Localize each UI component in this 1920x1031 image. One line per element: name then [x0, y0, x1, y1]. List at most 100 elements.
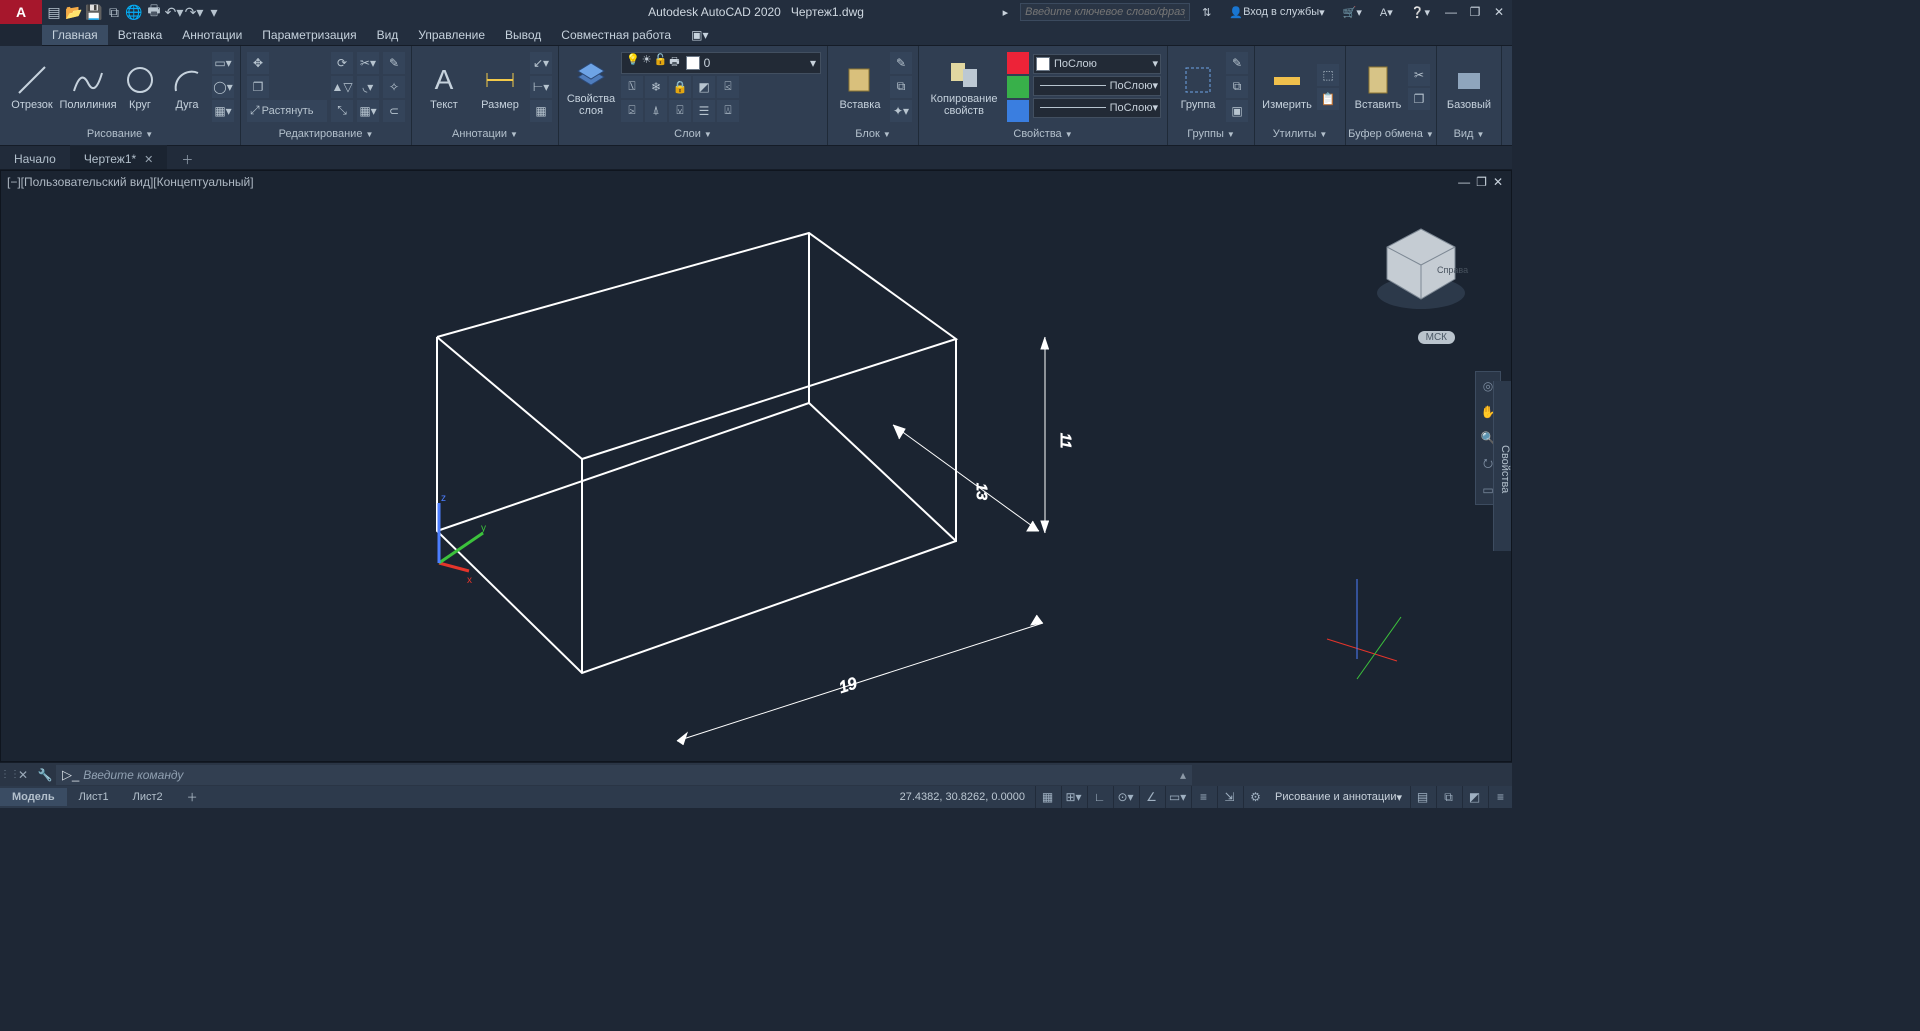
scale-icon[interactable]: ⤡	[331, 100, 353, 122]
move-icon[interactable]: ✥	[247, 52, 269, 74]
gear-icon[interactable]: ⚙	[1243, 786, 1267, 808]
trim-icon[interactable]: ✂▾	[357, 52, 379, 74]
polyline-button[interactable]: Полилиния	[62, 49, 114, 125]
util-select-icon[interactable]: ⬚	[1317, 64, 1339, 86]
layer-walk-icon[interactable]: ⍋	[645, 100, 667, 122]
measure-button[interactable]: Измерить	[1261, 49, 1313, 125]
circle-button[interactable]: Круг	[118, 49, 162, 125]
layer-off-icon[interactable]: ⍂	[621, 76, 643, 98]
isoplane-icon[interactable]: ∠	[1139, 786, 1163, 808]
isolate-icon[interactable]: ◩	[1462, 786, 1486, 808]
connect-icon[interactable]: ⇅	[1196, 0, 1217, 24]
close-button[interactable]: ✕	[1490, 0, 1508, 24]
snap-toggle-icon[interactable]: ⊞▾	[1061, 786, 1085, 808]
util-count-icon[interactable]: 📋	[1317, 88, 1339, 110]
base-view-button[interactable]: Базовый	[1443, 49, 1495, 125]
arc-button[interactable]: Дуга	[166, 49, 208, 125]
polar-icon[interactable]: ⊙▾	[1113, 786, 1137, 808]
custom-icon[interactable]: ≡	[1488, 786, 1512, 808]
panel-layers-title[interactable]: Слои	[674, 128, 701, 140]
color-blue-icon[interactable]	[1007, 100, 1029, 122]
vp-close-icon[interactable]: ✕	[1493, 175, 1503, 189]
hatch-icon[interactable]: ▦▾	[212, 100, 234, 122]
plot-icon[interactable]: 🖶	[144, 0, 164, 24]
layer-iso-icon[interactable]: ◩	[693, 76, 715, 98]
command-input[interactable]: ▷_ Введите команду ▴	[56, 765, 1192, 785]
drawing-area[interactable]: [−][Пользовательский вид][Концептуальный…	[0, 170, 1512, 762]
panel-block-title[interactable]: Блок	[855, 128, 880, 140]
restore-button[interactable]: ❐	[1466, 0, 1484, 24]
block-edit-icon[interactable]: ⧉	[890, 76, 912, 98]
file-tab-close-icon[interactable]: ✕	[144, 153, 153, 166]
mirror-icon[interactable]: ▲▽	[331, 76, 353, 98]
coords-readout[interactable]: 27.4382, 30.8262, 0.0000	[892, 791, 1033, 803]
rect-icon[interactable]: ▭▾	[212, 52, 234, 74]
layer-prev-icon[interactable]: ⍄	[621, 100, 643, 122]
file-tab-add[interactable]: ＋	[167, 145, 195, 169]
group-edit-icon[interactable]: ✎	[1226, 52, 1248, 74]
ellipse-icon[interactable]: ◯▾	[212, 76, 234, 98]
osnap-icon[interactable]: ▭▾	[1165, 786, 1189, 808]
layout-sheet1[interactable]: Лист1	[67, 788, 121, 806]
layer-freeze-icon[interactable]: ❄	[645, 76, 667, 98]
tab-featured-icon[interactable]: ▣▾	[681, 25, 718, 45]
layer-state-icon[interactable]: ☰	[693, 100, 715, 122]
tab-param[interactable]: Параметризация	[252, 25, 366, 45]
array-icon[interactable]: ▦▾	[357, 100, 379, 122]
save-icon[interactable]: 💾	[84, 0, 104, 24]
explode-icon[interactable]: ✧	[383, 76, 405, 98]
minimize-button[interactable]: —	[1442, 0, 1460, 24]
lweight-combo[interactable]: ПоСлою▾	[1033, 76, 1161, 96]
tab-home[interactable]: Главная	[42, 25, 108, 45]
layer-more-icon[interactable]: ⍍	[717, 100, 739, 122]
layer-combo[interactable]: 💡☀🔓🖶 0 ▾	[621, 52, 821, 74]
tab-view[interactable]: Вид	[367, 25, 409, 45]
copy-clip-icon[interactable]: ❐	[1408, 88, 1430, 110]
block-insert-button[interactable]: Вставка	[834, 49, 886, 125]
ortho-icon[interactable]: ∟	[1087, 786, 1111, 808]
layer-props-button[interactable]: Свойства слоя	[565, 49, 617, 125]
block-attr-icon[interactable]: ✦▾	[890, 100, 912, 122]
undo-icon[interactable]: ↶▾	[164, 0, 184, 24]
layout-add[interactable]: ＋	[175, 786, 210, 808]
ltype-combo[interactable]: ПоСлою▾	[1033, 98, 1161, 118]
layout-model[interactable]: Модель	[0, 788, 67, 806]
panel-clip-title[interactable]: Буфер обмена	[1348, 128, 1423, 140]
color-green-icon[interactable]	[1007, 76, 1029, 98]
search-input[interactable]	[1020, 3, 1190, 21]
monitor-icon[interactable]: ⧉	[1436, 786, 1460, 808]
file-tab-doc[interactable]: Чертеж1* ✕	[70, 145, 168, 169]
panel-view-title[interactable]: Вид	[1454, 128, 1474, 140]
table-icon[interactable]: ▦	[530, 100, 552, 122]
tab-collab[interactable]: Совместная работа	[551, 25, 681, 45]
annoscale-icon[interactable]: ▤	[1410, 786, 1434, 808]
paste-button[interactable]: Вставить	[1352, 49, 1404, 125]
saveas-icon[interactable]: ⧉	[104, 0, 124, 24]
color-red-icon[interactable]	[1007, 52, 1029, 74]
redo-icon[interactable]: ↷▾	[184, 0, 204, 24]
block-create-icon[interactable]: ✎	[890, 52, 912, 74]
panel-modify-title[interactable]: Редактирование	[279, 128, 363, 140]
line-button[interactable]: Отрезок	[6, 49, 58, 125]
layout-sheet2[interactable]: Лист2	[121, 788, 175, 806]
panel-group-title[interactable]: Группы	[1187, 128, 1224, 140]
rotate-icon[interactable]: ⟳	[331, 52, 353, 74]
tab-annot[interactable]: Аннотации	[172, 25, 252, 45]
properties-palette[interactable]: Свойства	[1493, 381, 1511, 551]
tab-insert[interactable]: Вставка	[108, 25, 173, 45]
copy-icon[interactable]: ❐	[247, 76, 269, 98]
dim2-icon[interactable]: ⊢▾	[530, 76, 552, 98]
3dosnap-icon[interactable]: ≡	[1191, 786, 1215, 808]
stretch-button[interactable]: ⤢ Растянуть	[247, 100, 327, 122]
erase-icon[interactable]: ✎	[383, 52, 405, 74]
group-ungroup-icon[interactable]: ⧉	[1226, 76, 1248, 98]
open-icon[interactable]: 📂	[64, 0, 84, 24]
cart-icon[interactable]: 🛒▾	[1337, 0, 1368, 24]
panel-props-title[interactable]: Свойства	[1013, 128, 1061, 140]
dim-button[interactable]: Размер	[474, 49, 526, 125]
leader-icon[interactable]: ↙▾	[530, 52, 552, 74]
web-icon[interactable]: 🌐	[124, 0, 144, 24]
exchange-icon[interactable]: A▾	[1374, 0, 1399, 24]
layer-merge-icon[interactable]: ⍌	[669, 100, 691, 122]
match-props-button[interactable]: Копирование свойств	[925, 49, 1003, 125]
